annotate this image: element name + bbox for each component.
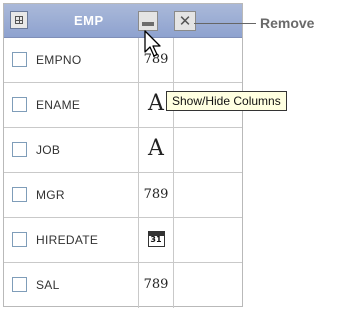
string-type-icon: A	[148, 91, 164, 116]
table-grid-icon[interactable]	[10, 11, 28, 29]
column-checkbox-ename[interactable]	[12, 97, 27, 112]
calendar-type-icon: 31	[147, 231, 165, 247]
column-row-mgr: MGR 789	[4, 173, 242, 218]
column-row-empno: EMPNO 789	[4, 38, 242, 83]
column-checkbox-job[interactable]	[12, 142, 27, 157]
column-name-cell: HIREDATE	[4, 218, 139, 262]
table-header[interactable]: EMP ✕	[4, 4, 242, 38]
column-name-cell: MGR	[4, 173, 139, 217]
number-type-icon: 789	[143, 277, 169, 292]
mouse-pointer-icon	[144, 30, 161, 57]
number-type-icon: 789	[143, 187, 169, 202]
column-name-cell: ENAME	[4, 83, 139, 127]
show-hide-columns-tooltip: Show/Hide Columns	[166, 91, 287, 111]
column-label: ENAME	[36, 98, 81, 112]
string-type-icon: A	[148, 136, 164, 161]
column-list: EMPNO 789 ENAME A JOB A MGR 789 HIREDATE…	[4, 38, 242, 308]
column-label: HIREDATE	[36, 233, 99, 247]
column-name-cell: JOB	[4, 128, 139, 172]
column-checkbox-hiredate[interactable]	[12, 232, 27, 247]
column-row-hiredate: HIREDATE 31	[4, 218, 242, 263]
column-label: MGR	[36, 188, 65, 202]
column-type-cell: 31	[139, 218, 174, 262]
column-checkbox-sal[interactable]	[12, 277, 27, 292]
column-label: JOB	[36, 143, 61, 157]
column-checkbox-mgr[interactable]	[12, 187, 27, 202]
calendar-day: 31	[150, 235, 162, 244]
table-panel: EMP ✕ EMPNO 789 ENAME A JOB A MGR 789 HI…	[3, 3, 243, 308]
column-type-cell: 789	[139, 263, 174, 308]
column-row-job: JOB A	[4, 128, 242, 173]
minimize-button[interactable]	[138, 11, 158, 31]
column-type-cell: A	[139, 128, 174, 172]
column-name-cell: SAL	[4, 263, 139, 308]
column-type-cell: 789	[139, 173, 174, 217]
column-label: EMPNO	[36, 53, 82, 67]
close-button[interactable]: ✕	[174, 11, 196, 31]
remove-callout-label: Remove	[260, 15, 315, 31]
column-checkbox-empno[interactable]	[12, 52, 27, 67]
column-label: SAL	[36, 278, 60, 292]
column-name-cell: EMPNO	[4, 38, 139, 82]
remove-callout-line	[194, 23, 256, 24]
close-icon: ✕	[178, 12, 192, 30]
column-row-sal: SAL 789	[4, 263, 242, 308]
table-title: EMP	[74, 13, 104, 28]
